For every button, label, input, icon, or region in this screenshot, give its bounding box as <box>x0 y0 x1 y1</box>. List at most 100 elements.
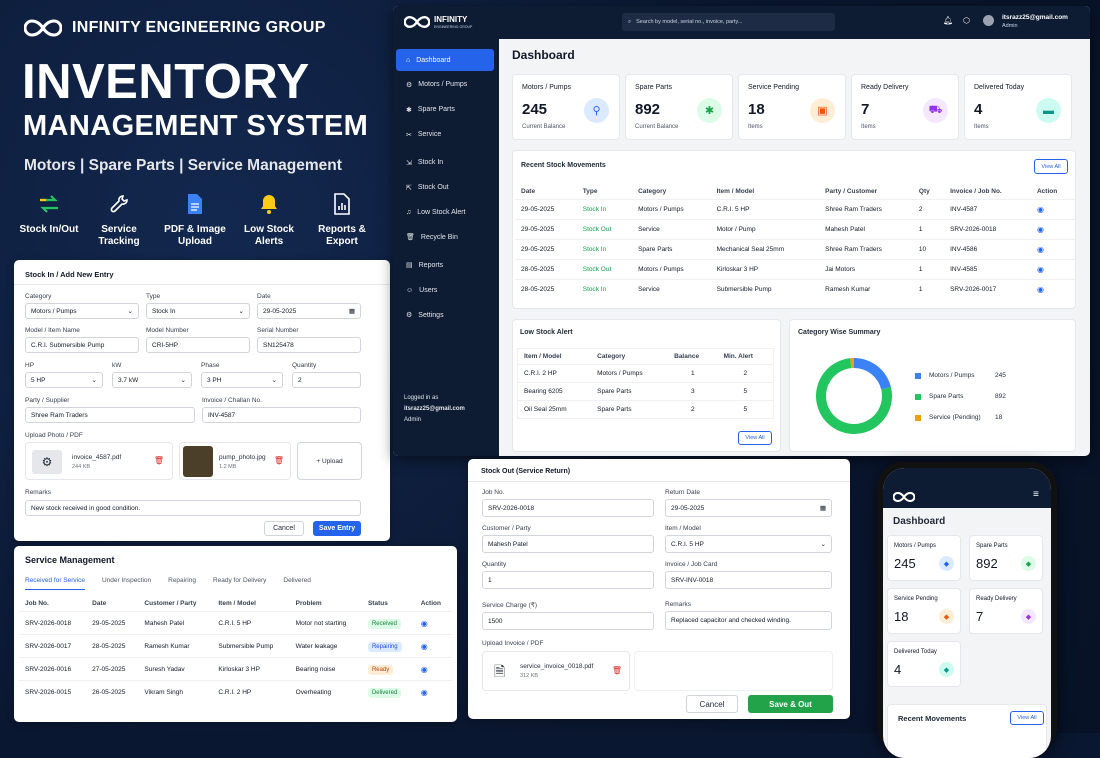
party-input[interactable]: Shree Ram Traders <box>25 407 195 423</box>
notification-icon[interactable]: ⬡ <box>963 16 970 25</box>
view-action[interactable]: ◉ <box>414 611 452 635</box>
hp-select[interactable]: 5 HP ⌄ <box>25 372 103 388</box>
phase-select[interactable]: 3 PH ⌄ <box>201 372 283 388</box>
feature-label: Low Stock Alerts <box>243 224 294 247</box>
file-name: service_invoice_0018.pdf <box>520 663 594 670</box>
cancel-button[interactable]: Cancel <box>686 695 738 713</box>
tab-under-inspection[interactable]: Under Inspection <box>102 577 151 590</box>
view-action[interactable]: ◉ <box>414 657 452 681</box>
chevron-down-icon: ⌄ <box>271 377 277 384</box>
charge-input[interactable]: 1500 <box>482 612 654 630</box>
sidebar-item-low-stock-alert[interactable]: ♫ Low Stock Alert <box>396 201 494 223</box>
view-all-button[interactable]: View All <box>1034 159 1068 174</box>
column-header: Item / Model <box>218 600 256 607</box>
model-number-input[interactable]: CRI-5HP <box>146 337 250 353</box>
remarks-input[interactable]: New stock received in good condition. <box>25 500 361 516</box>
file-item[interactable]: ⚙ invoice_4587.pdf 244 KB 🗑 <box>25 442 173 480</box>
view-all-button[interactable]: View All <box>738 431 772 445</box>
item-select[interactable]: C.R.I. 5 HP ⌄ <box>665 535 832 553</box>
sidebar-item-service[interactable]: ✂ Service <box>396 124 494 146</box>
eye-icon[interactable]: ◉ <box>1037 205 1044 214</box>
menu-icon[interactable]: ≡ <box>1033 489 1039 500</box>
sidebar-item-motors-pumps[interactable]: ⚙ Motors / Pumps <box>396 74 494 96</box>
invoice-input[interactable]: INV-4587 <box>202 407 361 423</box>
eye-icon[interactable]: ◉ <box>1037 245 1044 254</box>
column-header: Category <box>638 188 667 195</box>
delete-icon[interactable]: 🗑 <box>274 456 284 465</box>
upload-area[interactable] <box>634 651 833 691</box>
eye-icon[interactable]: ◉ <box>421 619 428 628</box>
view-action[interactable]: ◉ <box>414 680 452 703</box>
stat-card: Service Pending 18 Items ▣ <box>738 74 846 140</box>
kw-select[interactable]: 3.7 kW ⌄ <box>112 372 192 388</box>
search-input[interactable]: ⌕ Search by model, serial no., invoice, p… <box>622 13 835 31</box>
bell-icon[interactable]: 🔔︎ <box>943 16 953 25</box>
stat-value: 7 <box>976 609 984 624</box>
tab-repairing[interactable]: Repairing <box>168 577 196 590</box>
eye-icon[interactable]: ◉ <box>1037 265 1044 274</box>
table-cell: Shree Ram Traders <box>819 239 913 260</box>
view-action[interactable]: ◉ <box>414 634 452 658</box>
cancel-button[interactable]: Cancel <box>264 521 304 536</box>
type-select[interactable]: Stock In ⌄ <box>146 303 250 319</box>
return-date-label: Return Date <box>665 489 701 496</box>
table-cell: Ramesh Kumar <box>138 634 213 658</box>
view-action[interactable]: ◉ <box>1030 259 1075 280</box>
file-item[interactable]: 🗎 service_invoice_0018.pdf 312 KB 🗑 <box>482 651 630 691</box>
delete-icon[interactable]: 🗑 <box>612 666 622 675</box>
view-all-button[interactable]: View All <box>1010 711 1044 725</box>
sidebar-item-stock-in[interactable]: ⇲ Stock In <box>396 152 494 174</box>
file-item[interactable]: pump_photo.jpg 1.2 MB 🗑 <box>179 442 291 480</box>
sidebar-item-reports[interactable]: ▤ Reports <box>396 254 494 276</box>
sidebar-item-spare-parts[interactable]: ✱ Spare Parts <box>396 99 494 121</box>
stat-icon: ◆ <box>939 556 954 571</box>
upload-button[interactable]: + Upload <box>297 442 362 480</box>
sidebar-item-settings[interactable]: ⚙ Settings <box>396 304 494 326</box>
remarks-input[interactable]: Replaced capacitor and checked winding. <box>665 611 832 630</box>
view-action[interactable]: ◉ <box>1030 219 1075 240</box>
quantity-input[interactable]: 1 <box>482 571 654 589</box>
sidebar-item-recycle-bin[interactable]: 🗑 Recycle Bin <box>396 226 494 248</box>
eye-icon[interactable]: ◉ <box>421 665 428 674</box>
type-label: Type <box>146 293 161 300</box>
eye-icon[interactable]: ◉ <box>1037 225 1044 234</box>
sidebar-item-stock-out[interactable]: ⇱ Stock Out <box>396 177 494 199</box>
table-cell: Service <box>632 219 711 240</box>
tab-ready-for-delivery[interactable]: Ready for Delivery <box>213 577 266 590</box>
table-cell: Service <box>632 279 711 299</box>
swap-arrows-icon <box>38 192 60 216</box>
delete-icon[interactable]: 🗑 <box>154 456 164 465</box>
eye-icon[interactable]: ◉ <box>421 688 428 697</box>
mobile-recent-title: Recent Movements <box>898 714 967 723</box>
save-and-out-button[interactable]: Save & Out <box>748 695 833 713</box>
serial-input[interactable]: SN125478 <box>257 337 361 353</box>
clipboard-icon: ▣ <box>810 98 835 123</box>
sidebar-item-users[interactable]: ☺ Users <box>396 279 494 301</box>
tools-icon: ✂ <box>406 131 412 139</box>
date-input[interactable]: 29-05-2025 ▦ <box>257 303 361 319</box>
save-entry-button[interactable]: Save Entry <box>313 521 361 536</box>
pie-slice-motors-pumps <box>854 358 891 390</box>
eye-icon[interactable]: ◉ <box>1037 285 1044 294</box>
tab-received[interactable]: Received for Service <box>25 577 85 590</box>
category-select[interactable]: Motors / Pumps ⌄ <box>25 303 139 319</box>
eye-icon[interactable]: ◉ <box>421 642 428 651</box>
home-icon: ⌂ <box>406 56 411 64</box>
table-row: SRV-2026-0018 29-05-2025 Mahesh Patel C.R.I… <box>19 611 452 635</box>
quantity-input[interactable]: 2 <box>292 372 361 388</box>
table-cell: Motors / Pumps <box>591 364 669 383</box>
view-action[interactable]: ◉ <box>1030 199 1075 220</box>
model-input[interactable]: C.R.I. Submersible Pump <box>25 337 139 353</box>
job-input[interactable]: SRV-2026-0018 <box>482 499 654 517</box>
dashboard-window: INFINITY ENGINEERING GROUP ⌕ Search by mo… <box>393 6 1090 456</box>
view-action[interactable]: ◉ <box>1030 239 1075 260</box>
tab-delivered[interactable]: Delivered <box>283 577 310 590</box>
avatar[interactable] <box>983 15 994 26</box>
sidebar-item-dashboard[interactable]: ⌂ Dashboard <box>396 49 494 71</box>
return-date-input[interactable]: 29-05-2025 ▦ <box>665 499 832 517</box>
customer-input[interactable]: Mahesh Patel <box>482 535 654 553</box>
job-card-input[interactable]: SRV-INV-0018 <box>665 571 832 589</box>
view-action[interactable]: ◉ <box>1030 279 1075 299</box>
table-cell: Stock In <box>576 199 633 220</box>
model-label: Model / Item Name <box>25 327 80 334</box>
